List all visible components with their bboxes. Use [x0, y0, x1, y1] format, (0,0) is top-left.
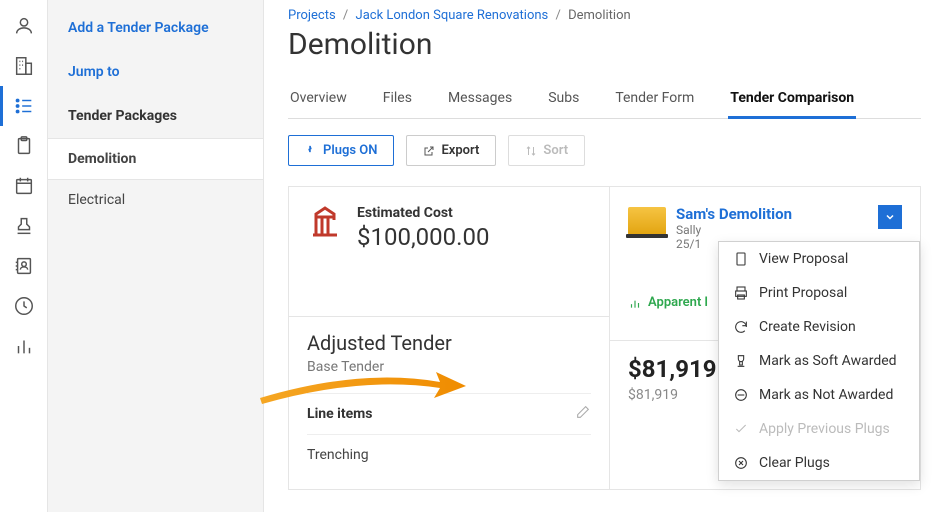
tab-tender-form[interactable]: Tender Form: [613, 80, 696, 119]
menu-create-revision[interactable]: Create Revision: [719, 310, 919, 344]
sidebar-item-demolition[interactable]: Demolition: [48, 138, 263, 180]
add-tender-link[interactable]: Add a Tender Package: [48, 6, 263, 50]
tab-tender-comparison[interactable]: Tender Comparison: [728, 80, 856, 119]
sort-button[interactable]: Sort: [508, 135, 585, 166]
toolbar: Plugs ON Export Sort: [288, 135, 921, 166]
plugs-label: Plugs ON: [323, 143, 377, 158]
tab-overview[interactable]: Overview: [288, 80, 349, 119]
estimate-label: Estimated Cost: [357, 205, 489, 221]
bidder-menu-toggle[interactable]: [878, 205, 902, 229]
menu-mark-not-awarded[interactable]: Mark as Not Awarded: [719, 378, 919, 412]
menu-clear-plugs[interactable]: Clear Plugs: [719, 446, 919, 480]
breadcrumb-part[interactable]: Projects: [288, 8, 336, 23]
main: Projects / Jack London Square Renovation…: [264, 0, 945, 512]
base-tender-label: Base Tender: [307, 359, 591, 375]
bidder-contact: Sally: [676, 223, 792, 237]
breadcrumb-part: Demolition: [568, 8, 631, 23]
rail-building-icon[interactable]: [0, 46, 48, 86]
page-title: Demolition: [288, 27, 921, 62]
export-button[interactable]: Export: [406, 135, 496, 166]
sidebar-item-electrical[interactable]: Electrical: [48, 180, 263, 220]
menu-view-proposal[interactable]: View Proposal: [719, 242, 919, 276]
comparison-grid: Estimated Cost $100,000.00 Adjusted Tend…: [288, 186, 921, 490]
line-item: Trenching: [307, 435, 591, 475]
rail-stamp-icon[interactable]: [0, 206, 48, 246]
sort-label: Sort: [543, 143, 568, 158]
menu-apply-plugs: Apply Previous Plugs: [719, 412, 919, 446]
breadcrumb-part[interactable]: Jack London Square Renovations: [356, 8, 549, 23]
jump-to-link[interactable]: Jump to: [48, 50, 263, 94]
plugs-toggle-button[interactable]: Plugs ON: [288, 135, 394, 166]
icon-rail: [0, 0, 48, 512]
bulldozer-icon: [628, 207, 666, 235]
rail-contacts-icon[interactable]: [0, 246, 48, 286]
rail-clock-icon[interactable]: [0, 286, 48, 326]
crane-icon: [307, 205, 343, 241]
rail-clipboard-icon[interactable]: [0, 126, 48, 166]
tab-files[interactable]: Files: [381, 80, 414, 119]
tabs: Overview Files Messages Subs Tender Form…: [288, 80, 921, 119]
estimate-amount: $100,000.00: [357, 223, 489, 251]
bidder-name[interactable]: Sam's Demolition: [676, 205, 792, 223]
sidebar: Add a Tender Package Jump to Tender Pack…: [48, 0, 264, 512]
edit-line-items-icon[interactable]: [575, 404, 591, 424]
bidder-column: Sam's Demolition Sally 25/1 Apparent l: [610, 187, 920, 489]
rail-user-icon[interactable]: [0, 6, 48, 46]
tab-subs[interactable]: Subs: [546, 80, 581, 119]
bidder-dropdown-menu: View Proposal Print Proposal Create Revi…: [718, 241, 920, 481]
estimate-column: Estimated Cost $100,000.00 Adjusted Tend…: [289, 187, 610, 489]
rail-list-icon[interactable]: [0, 86, 48, 126]
rail-chart-icon[interactable]: [0, 326, 48, 366]
tab-messages[interactable]: Messages: [446, 80, 514, 119]
rail-calendar-icon[interactable]: [0, 166, 48, 206]
menu-print-proposal[interactable]: Print Proposal: [719, 276, 919, 310]
line-items-label: Line items: [307, 406, 373, 422]
export-label: Export: [441, 143, 479, 158]
breadcrumb: Projects / Jack London Square Renovation…: [288, 8, 921, 23]
adjusted-tender-label: Adjusted Tender: [307, 331, 591, 355]
menu-mark-soft-awarded[interactable]: Mark as Soft Awarded: [719, 344, 919, 378]
sidebar-section-label: Tender Packages: [48, 94, 263, 138]
